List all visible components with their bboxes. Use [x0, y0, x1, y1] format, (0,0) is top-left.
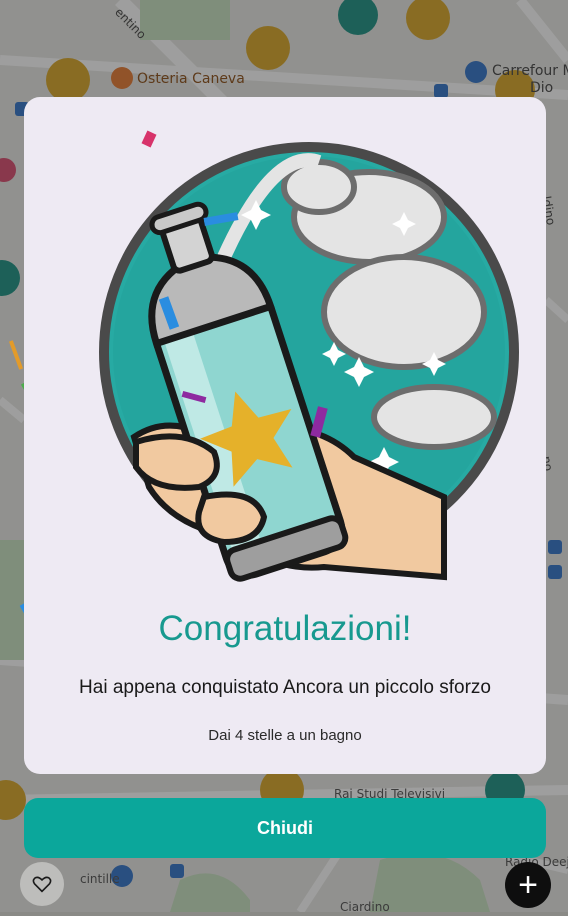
dialog-message: Hai appena conquistato Ancora un piccolo…: [79, 677, 491, 698]
achievement-dialog: Congratulazioni! Hai appena conquistato …: [24, 97, 546, 774]
map-place-carrefour-2[interactable]: Dio: [530, 80, 553, 96]
heart-icon: [32, 876, 52, 893]
map-place-osteria[interactable]: Osteria Caneva: [137, 71, 245, 87]
add-button[interactable]: +: [505, 862, 551, 908]
close-button[interactable]: Chiudi: [24, 798, 546, 858]
favorite-button[interactable]: [20, 862, 64, 906]
plus-icon: +: [518, 866, 538, 904]
dialog-subtitle: Dai 4 stelle a un bagno: [208, 727, 362, 744]
spray-can-illustration: [99, 130, 519, 582]
map-street-bottom: cintille: [80, 872, 120, 886]
dialog-title: Congratulazioni!: [158, 609, 412, 648]
map-place-carrefour[interactable]: Carrefour M: [492, 63, 568, 79]
